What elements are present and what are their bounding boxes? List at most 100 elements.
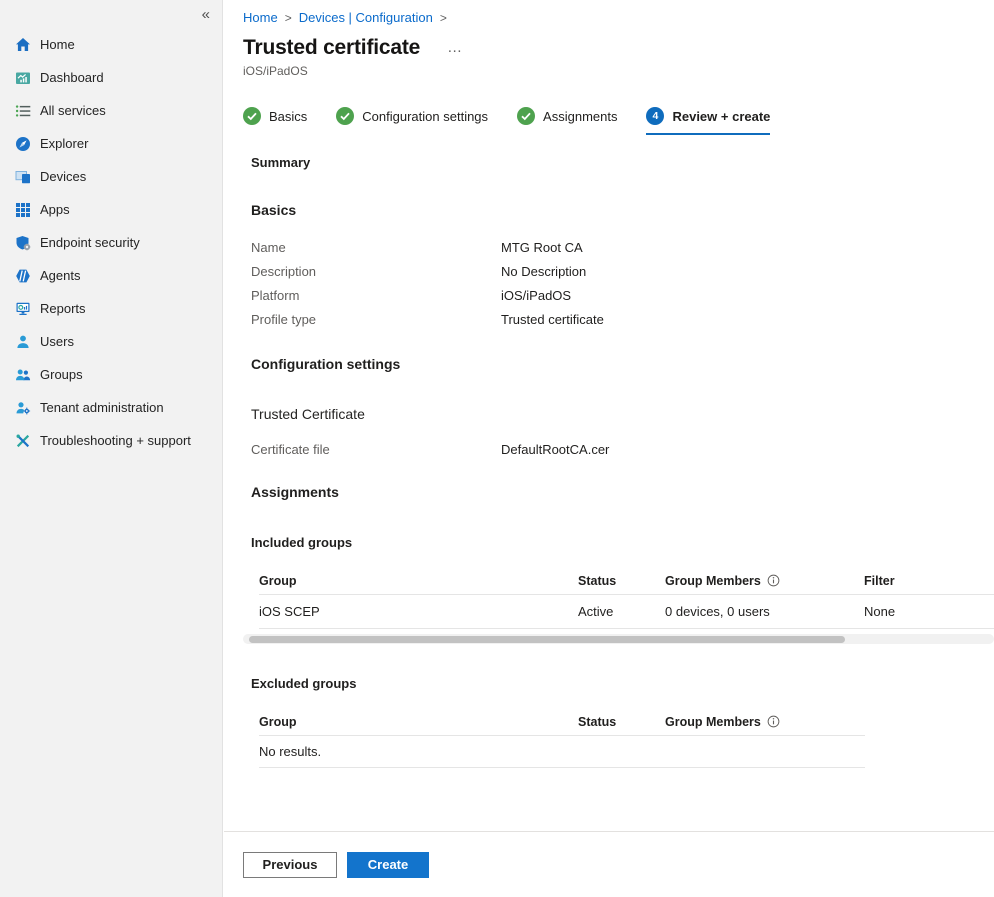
excluded-groups-table: Group Status Group Members No results. — [259, 708, 865, 768]
summary-row-profile-type: Profile type Trusted certificate — [251, 307, 994, 331]
sidebar-item-agents[interactable]: Agents — [0, 259, 222, 292]
more-options-icon[interactable]: … — [447, 43, 463, 53]
basics-heading: Basics — [251, 201, 994, 219]
sidebar-item-label: Agents — [40, 268, 80, 283]
groups-icon — [14, 366, 31, 383]
step-complete-icon — [517, 107, 535, 125]
sidebar-item-home[interactable]: Home — [0, 28, 222, 61]
page-title: Trusted certificate — [243, 34, 420, 62]
row-value: MTG Root CA — [501, 240, 583, 255]
summary-row-platform: Platform iOS/iPadOS — [251, 283, 994, 307]
excluded-groups-heading: Excluded groups — [251, 676, 994, 692]
page-subtitle: iOS/iPadOS — [243, 64, 994, 79]
home-icon — [14, 36, 31, 53]
wizard-footer: Previous Create — [224, 831, 994, 897]
tab-configuration-settings[interactable]: Configuration settings — [336, 107, 488, 135]
tab-review-create[interactable]: 4 Review + create — [646, 107, 770, 135]
row-label: Platform — [251, 288, 501, 303]
tab-assignments[interactable]: Assignments — [517, 107, 617, 135]
column-header-group: Group — [259, 574, 578, 588]
troubleshooting-icon — [14, 432, 31, 449]
previous-button[interactable]: Previous — [243, 852, 337, 878]
included-groups-table: Group Status Group Members Filter iOS SC… — [259, 567, 994, 629]
breadcrumb-home-link[interactable]: Home — [243, 10, 278, 26]
sidebar-item-users[interactable]: Users — [0, 325, 222, 358]
cell-group: iOS SCEP — [259, 604, 578, 619]
info-icon[interactable] — [767, 715, 780, 728]
trusted-certificate-subheading: Trusted Certificate — [251, 405, 994, 423]
column-header-label: Group Members — [665, 574, 761, 588]
column-header-group-members: Group Members — [665, 574, 864, 588]
main-content: Home > Devices | Configuration > Trusted… — [224, 0, 994, 831]
step-complete-icon — [243, 107, 261, 125]
row-value: Trusted certificate — [501, 312, 604, 327]
column-header-filter: Filter — [864, 574, 994, 588]
sidebar-item-reports[interactable]: Reports — [0, 292, 222, 325]
empty-results-row: No results. — [259, 736, 865, 768]
cell-group-members: 0 devices, 0 users — [665, 604, 864, 619]
sidebar-item-label: Endpoint security — [40, 235, 140, 250]
basics-summary: Name MTG Root CA Description No Descript… — [251, 235, 994, 331]
row-label: Profile type — [251, 312, 501, 327]
sidebar-item-devices[interactable]: Devices — [0, 160, 222, 193]
explorer-icon — [14, 135, 31, 152]
table-header-row: Group Status Group Members Filter — [259, 567, 994, 595]
users-icon — [14, 333, 31, 350]
horizontal-scrollbar[interactable] — [243, 634, 994, 644]
breadcrumb-separator: > — [285, 10, 292, 26]
sidebar-item-tenant-administration[interactable]: Tenant administration — [0, 391, 222, 424]
create-button[interactable]: Create — [347, 852, 429, 878]
devices-icon — [14, 168, 31, 185]
step-number-icon: 4 — [646, 107, 664, 125]
sidebar-item-groups[interactable]: Groups — [0, 358, 222, 391]
dashboard-icon — [14, 69, 31, 86]
sidebar-item-label: Explorer — [40, 136, 88, 151]
scrollbar-thumb[interactable] — [249, 636, 845, 643]
summary-row-description: Description No Description — [251, 259, 994, 283]
sidebar: « Home Dashboard All services — [0, 0, 223, 897]
configuration-settings-heading: Configuration settings — [251, 355, 994, 373]
sidebar-collapse-icon[interactable]: « — [198, 4, 214, 25]
intune-admin-center: « Home Dashboard All services — [0, 0, 994, 897]
assignments-heading: Assignments — [251, 483, 994, 501]
row-label: Description — [251, 264, 501, 279]
sidebar-item-troubleshooting[interactable]: Troubleshooting + support — [0, 424, 222, 457]
row-value: iOS/iPadOS — [501, 288, 571, 303]
breadcrumb-separator: > — [440, 10, 447, 26]
sidebar-item-label: Troubleshooting + support — [40, 433, 191, 448]
configuration-summary: Certificate file DefaultRootCA.cer — [251, 437, 994, 461]
row-label: Certificate file — [251, 442, 501, 457]
sidebar-item-all-services[interactable]: All services — [0, 94, 222, 127]
info-icon[interactable] — [767, 574, 780, 587]
sidebar-item-label: All services — [40, 103, 106, 118]
no-results-text: No results. — [259, 744, 578, 759]
row-value: No Description — [501, 264, 586, 279]
column-header-status: Status — [578, 574, 665, 588]
sidebar-item-dashboard[interactable]: Dashboard — [0, 61, 222, 94]
tab-label: Assignments — [543, 109, 617, 124]
tab-basics[interactable]: Basics — [243, 107, 307, 135]
sidebar-nav: Home Dashboard All services Explorer — [0, 28, 222, 457]
apps-icon — [14, 201, 31, 218]
sidebar-item-label: Home — [40, 37, 75, 52]
table-header-row: Group Status Group Members — [259, 708, 865, 736]
sidebar-item-explorer[interactable]: Explorer — [0, 127, 222, 160]
sidebar-item-label: Tenant administration — [40, 400, 164, 415]
sidebar-item-endpoint-security[interactable]: Endpoint security — [0, 226, 222, 259]
summary-heading: Summary — [251, 155, 994, 171]
column-header-status: Status — [578, 715, 665, 729]
breadcrumb-devices-configuration-link[interactable]: Devices | Configuration — [299, 10, 433, 26]
sidebar-item-label: Users — [40, 334, 74, 349]
tenant-administration-icon — [14, 399, 31, 416]
summary-row-certificate-file: Certificate file DefaultRootCA.cer — [251, 437, 994, 461]
column-header-group: Group — [259, 715, 578, 729]
all-services-icon — [14, 102, 31, 119]
sidebar-item-apps[interactable]: Apps — [0, 193, 222, 226]
table-row[interactable]: iOS SCEP Active 0 devices, 0 users None — [259, 595, 994, 629]
sidebar-item-label: Devices — [40, 169, 86, 184]
endpoint-security-icon — [14, 234, 31, 251]
column-header-label: Group Members — [665, 715, 761, 729]
row-value: DefaultRootCA.cer — [501, 442, 609, 457]
summary-row-name: Name MTG Root CA — [251, 235, 994, 259]
step-complete-icon — [336, 107, 354, 125]
